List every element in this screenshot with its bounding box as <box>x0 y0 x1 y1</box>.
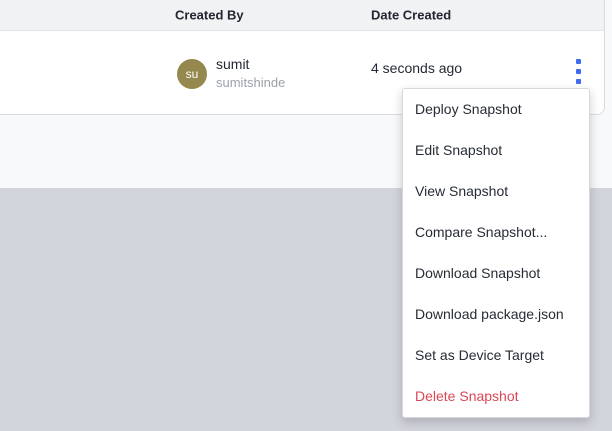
created-by-cell: sumit sumitshinde <box>216 56 285 90</box>
more-vert-icon <box>575 58 581 64</box>
user-username: sumitshinde <box>216 74 286 90</box>
menu-item-edit-snapshot[interactable]: Edit Snapshot <box>403 130 589 171</box>
avatar-initials: su <box>185 67 199 81</box>
menu-item-compare-snapshot[interactable]: Compare Snapshot... <box>403 212 589 253</box>
column-header-created-by: Created By <box>175 7 244 23</box>
table-header-row: Created By Date Created <box>0 0 604 31</box>
menu-item-view-snapshot[interactable]: View Snapshot <box>403 171 589 212</box>
menu-item-download-package-json[interactable]: Download package.json <box>403 294 589 335</box>
user-name: sumit <box>216 56 250 72</box>
menu-item-delete-snapshot[interactable]: Delete Snapshot <box>403 376 589 417</box>
menu-item-deploy-snapshot[interactable]: Deploy Snapshot <box>403 89 589 130</box>
date-created-cell: 4 seconds ago <box>371 60 463 76</box>
snapshot-context-menu: Deploy Snapshot Edit Snapshot View Snaps… <box>402 88 590 418</box>
more-vert-icon <box>575 68 581 74</box>
menu-item-set-as-device-target[interactable]: Set as Device Target <box>403 335 589 376</box>
more-vert-icon <box>575 78 581 84</box>
menu-item-download-snapshot[interactable]: Download Snapshot <box>403 253 589 294</box>
column-header-date-created: Date Created <box>371 7 452 23</box>
avatar: su <box>177 59 207 89</box>
more-options-button[interactable] <box>563 51 593 91</box>
